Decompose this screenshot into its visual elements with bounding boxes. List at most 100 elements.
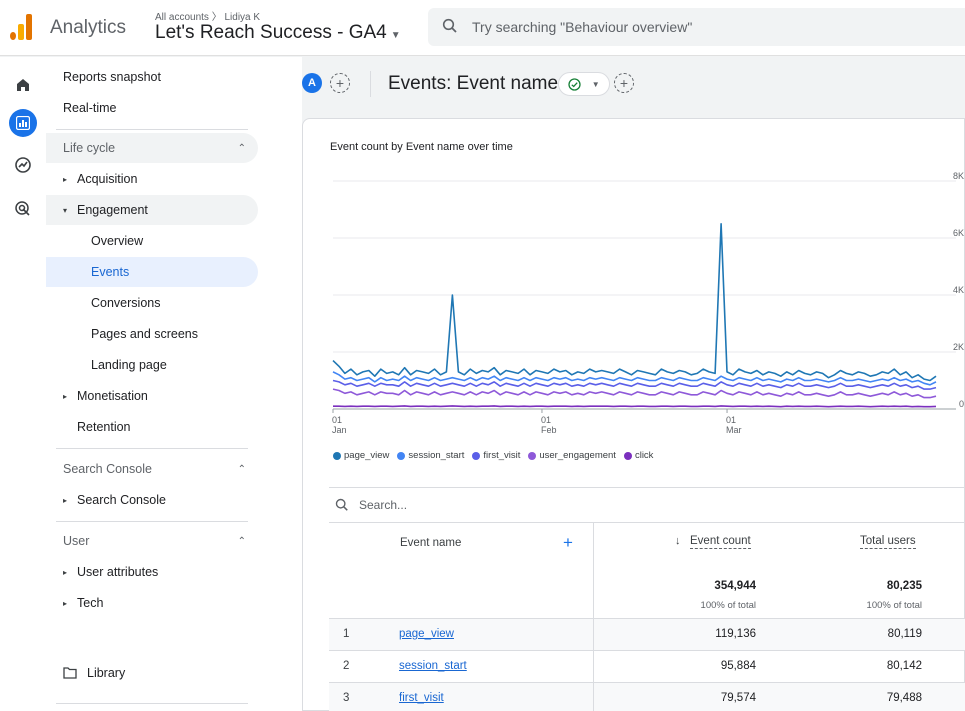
nav-landing-page[interactable]: Landing page — [46, 350, 258, 380]
property-selector[interactable]: Let's Reach Success - GA4 ▼ — [155, 22, 401, 44]
comparison-badge[interactable]: A — [302, 73, 322, 93]
sort-arrow-icon[interactable]: ↓ — [675, 535, 681, 547]
row-rank: 2 — [343, 660, 350, 672]
legend-item[interactable]: user_engagement — [528, 450, 616, 461]
nav-engagement[interactable]: ▾ Engagement — [46, 195, 258, 225]
caret-right-icon: ▸ — [63, 495, 68, 505]
x-tick-label: 01 — [726, 415, 736, 425]
folder-icon — [63, 667, 77, 679]
line-chart[interactable]: 8K6K4K2K001Jan01Feb01Mar — [303, 169, 965, 449]
nav-events[interactable]: Events — [46, 257, 258, 287]
divider — [56, 521, 248, 522]
nav-search-console[interactable]: ▸ Search Console — [46, 485, 258, 515]
chart-title: Event count by Event name over time — [330, 141, 513, 153]
column-event-name[interactable]: Event name — [400, 537, 461, 549]
legend-label: user_engagement — [539, 450, 616, 461]
series-line-user_engagement — [332, 388, 937, 399]
nav-label: Pages and screens — [91, 327, 199, 341]
section-user[interactable]: User ⌃ — [46, 526, 258, 556]
nav-retention[interactable]: Retention — [46, 412, 258, 442]
nav-label: Tech — [77, 596, 104, 610]
legend-item[interactable]: first_visit — [472, 450, 520, 461]
x-tick-label: Mar — [726, 425, 742, 435]
nav-monetisation[interactable]: ▸ Monetisation — [46, 381, 258, 411]
event-name-link[interactable]: page_view — [399, 628, 454, 640]
legend-swatch — [472, 451, 481, 460]
nav-pages-and-screens[interactable]: Pages and screens — [46, 319, 258, 349]
y-tick-label: 6K — [953, 228, 964, 238]
series-line-click — [333, 405, 937, 408]
nav-library[interactable]: Library — [46, 658, 258, 688]
table-row[interactable]: 2 session_start 95,884 80,142 — [329, 651, 965, 683]
column-total-users[interactable]: Total users — [860, 535, 916, 549]
x-tick-label: 01 — [332, 415, 342, 425]
nav-tech[interactable]: ▸ Tech — [46, 588, 258, 618]
legend-item[interactable]: page_view — [333, 450, 389, 461]
nav-label: Real-time — [63, 101, 117, 115]
nav-realtime[interactable]: Real-time — [46, 93, 258, 123]
reports-nav: Reports snapshot Real-time Life cycle ⌃ … — [46, 57, 302, 711]
section-search-console[interactable]: Search Console ⌃ — [46, 454, 258, 484]
event-name-link[interactable]: first_visit — [399, 692, 444, 704]
home-icon[interactable] — [11, 73, 35, 97]
section-lifecycle[interactable]: Life cycle ⌃ — [46, 133, 258, 163]
table-search-placeholder: Search... — [359, 498, 408, 512]
caret-right-icon: ▸ — [63, 567, 68, 577]
nav-reports-snapshot[interactable]: Reports snapshot — [46, 62, 258, 92]
nav-label: Search Console — [77, 493, 166, 507]
nav-label: Monetisation — [77, 389, 148, 403]
accounts-breadcrumb[interactable]: All accounts 〉 Lidiya K — [155, 8, 260, 23]
total-event-count: 354,944 — [714, 580, 756, 592]
check-circle-icon — [568, 77, 581, 91]
add-filter-icon[interactable]: + — [614, 73, 634, 93]
table-search[interactable]: Search... — [329, 487, 965, 523]
nav-user-attributes[interactable]: ▸ User attributes — [46, 557, 258, 587]
advertising-icon[interactable] — [11, 197, 35, 221]
column-divider — [593, 683, 594, 711]
section-label: Search Console — [63, 462, 152, 476]
row-event-count: 95,884 — [720, 660, 756, 672]
legend-swatch — [397, 451, 406, 460]
row-event-count: 119,136 — [715, 628, 756, 640]
reports-icon[interactable] — [9, 109, 37, 137]
add-comparison-icon[interactable]: + — [330, 73, 350, 93]
chevron-up-icon: ⌃ — [237, 142, 246, 154]
divider — [56, 448, 248, 449]
page-title: Events: Event name — [388, 73, 559, 94]
y-tick-label: 0 — [959, 399, 964, 409]
series-line-page_view — [332, 222, 937, 382]
row-total-users: 79,488 — [886, 692, 922, 704]
nav-label: Acquisition — [77, 172, 138, 186]
nav-label: User attributes — [77, 565, 159, 579]
search-icon — [442, 18, 457, 33]
top-app-bar: Analytics All accounts 〉 Lidiya K Let's … — [0, 0, 965, 56]
nav-overview[interactable]: Overview — [46, 226, 258, 256]
column-event-count[interactable]: Event count — [690, 535, 751, 549]
row-rank: 1 — [343, 628, 350, 640]
legend-item[interactable]: click — [623, 450, 653, 461]
property-name: Let's Reach Success - GA4 — [155, 22, 387, 43]
event-name-link[interactable]: session_start — [399, 660, 467, 672]
nav-label: Engagement — [77, 203, 148, 217]
search-bar[interactable]: Try searching "Behaviour overview" — [428, 8, 965, 46]
legend-label: page_view — [344, 450, 390, 461]
analytics-logo-icon[interactable] — [10, 14, 34, 40]
explore-icon[interactable] — [11, 153, 35, 177]
table-header: Event name + ↓ Event count Total users 3… — [329, 523, 965, 619]
chevron-down-icon: ▼ — [591, 79, 600, 89]
x-tick-label: Jan — [332, 425, 347, 435]
nav-label: Landing page — [91, 358, 167, 372]
legend-item[interactable]: session_start — [397, 450, 464, 461]
nav-conversions[interactable]: Conversions — [46, 288, 258, 318]
add-dimension-icon[interactable]: + — [563, 533, 573, 553]
nav-acquisition[interactable]: ▸ Acquisition — [46, 164, 258, 194]
status-chip[interactable]: ▼ — [558, 72, 610, 96]
column-divider — [593, 619, 594, 650]
report-header: A + Events: Event name ▼ + — [302, 57, 965, 111]
section-label: User — [63, 534, 90, 548]
search-icon — [335, 498, 348, 511]
table-row[interactable]: 1 page_view 119,136 80,119 — [329, 619, 965, 651]
legend-label: first_visit — [483, 450, 521, 461]
table-row[interactable]: 3 first_visit 79,574 79,488 — [329, 683, 965, 711]
total-users: 80,235 — [886, 580, 922, 592]
